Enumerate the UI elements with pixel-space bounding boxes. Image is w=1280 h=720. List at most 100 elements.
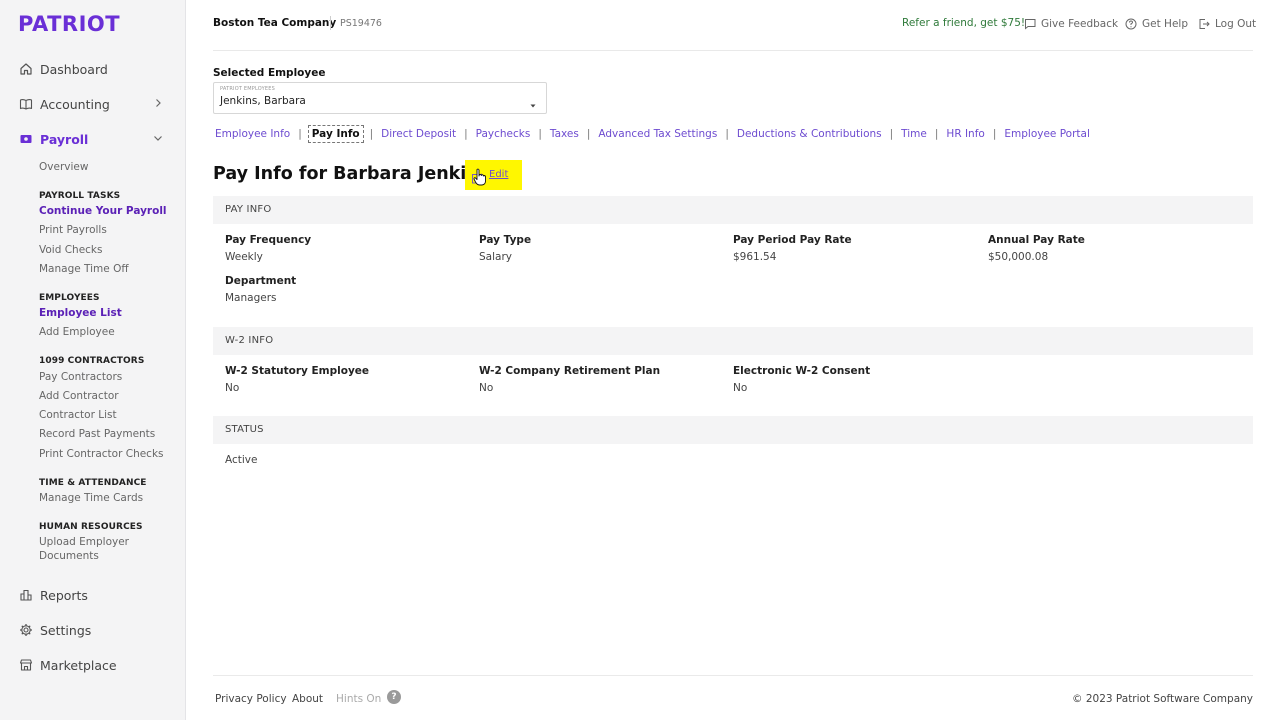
question-icon[interactable]: ? xyxy=(387,690,401,704)
payroll-icon xyxy=(19,132,33,146)
tab-employee-info[interactable]: Employee Info xyxy=(213,126,292,142)
refer-friend-link[interactable]: Refer a friend, get $75! xyxy=(902,17,1025,29)
nav-dashboard-label: Dashboard xyxy=(40,61,108,77)
w2-consent-label: Electronic W-2 Consent xyxy=(733,365,871,377)
give-feedback-link[interactable]: Give Feedback xyxy=(1024,16,1118,32)
w2-statutory-value: No xyxy=(225,382,240,394)
bar-chart-icon xyxy=(19,588,33,602)
nav-accounting[interactable]: Accounting xyxy=(0,92,186,116)
sidebar-upload-employer[interactable]: Upload Employer xyxy=(39,536,129,549)
tab-separator: | xyxy=(992,128,997,140)
get-help-link[interactable]: Get Help xyxy=(1125,16,1188,32)
help-circle-icon xyxy=(1125,18,1137,30)
header-divider xyxy=(330,16,331,30)
log-out-link[interactable]: Log Out xyxy=(1198,16,1256,32)
annual-pay-rate-label: Annual Pay Rate xyxy=(988,234,1085,246)
tab-separator: | xyxy=(298,128,302,140)
storefront-icon xyxy=(19,658,33,672)
copyright: © 2023 Patriot Software Company xyxy=(1072,693,1253,705)
pay-period-rate-label: Pay Period Pay Rate xyxy=(733,234,852,246)
sidebar-manage-time-off[interactable]: Manage Time Off xyxy=(39,263,129,276)
hand-cursor-icon xyxy=(473,168,487,186)
get-help-label: Get Help xyxy=(1142,18,1188,30)
tab-employee-portal[interactable]: Employee Portal xyxy=(1002,126,1092,142)
tab-separator: | xyxy=(725,128,729,140)
nav-dashboard[interactable]: Dashboard xyxy=(0,57,186,81)
pay-info-section-header: PAY INFO xyxy=(213,196,1253,224)
w2-info-section-header: W-2 INFO xyxy=(213,327,1253,355)
nav-settings[interactable]: Settings xyxy=(0,618,186,642)
chat-bubble-icon xyxy=(1024,18,1036,30)
sidebar-record-past-payments[interactable]: Record Past Payments xyxy=(39,428,155,441)
department-label: Department xyxy=(225,275,297,287)
tab-pay-info[interactable]: Pay Info xyxy=(307,125,364,143)
company-name: Boston Tea Company xyxy=(213,17,337,29)
tab-time[interactable]: Time xyxy=(899,126,929,142)
pay-frequency-value: Weekly xyxy=(225,251,263,263)
nav-marketplace-label: Marketplace xyxy=(40,657,117,673)
sidebar-add-contractor[interactable]: Add Contractor xyxy=(39,390,119,403)
privacy-policy-link[interactable]: Privacy Policy xyxy=(215,693,287,705)
edit-label: Edit xyxy=(489,169,509,180)
selected-employee-label: Selected Employee xyxy=(213,67,326,79)
book-icon xyxy=(19,97,33,111)
sidebar-upload-documents[interactable]: Documents xyxy=(39,550,99,563)
tab-advanced-tax-settings[interactable]: Advanced Tax Settings xyxy=(596,126,719,142)
section-employees: EMPLOYEES xyxy=(39,293,100,303)
sidebar: PATRIOT Dashboard Accounting Payroll Ove… xyxy=(0,0,186,720)
employee-select-caption: PATRIOT EMPLOYEES xyxy=(220,86,276,92)
section-payroll-tasks: PAYROLL TASKS xyxy=(39,191,121,201)
w2-statutory-label: W-2 Statutory Employee xyxy=(225,365,370,377)
pay-info-heading: PAY INFO xyxy=(225,204,272,215)
about-link[interactable]: About xyxy=(292,693,323,705)
section-contractors: 1099 CONTRACTORS xyxy=(39,356,145,366)
sidebar-void-checks[interactable]: Void Checks xyxy=(39,244,102,257)
status-heading: STATUS xyxy=(225,424,264,435)
tab-deductions-contributions[interactable]: Deductions & Contributions xyxy=(735,126,884,142)
chevron-down-icon xyxy=(152,132,164,144)
sidebar-continue-payroll[interactable]: Continue Your Payroll xyxy=(39,205,167,218)
nav-reports-label: Reports xyxy=(40,587,88,603)
tab-separator: | xyxy=(586,128,591,140)
w2-info-heading: W-2 INFO xyxy=(225,335,274,346)
sidebar-employee-list[interactable]: Employee List xyxy=(39,307,122,320)
footer-divider xyxy=(213,675,1253,676)
page-title: Pay Info for Barbara Jenkins xyxy=(213,164,490,184)
pay-type-value: Salary xyxy=(479,251,512,263)
sidebar-overview[interactable]: Overview xyxy=(39,161,88,174)
w2-consent-value: No xyxy=(733,382,748,394)
company-code: PS19476 xyxy=(340,18,382,29)
tab-separator: | xyxy=(369,128,374,140)
tab-hr-info[interactable]: HR Info xyxy=(944,126,986,142)
employee-select[interactable]: PATRIOT EMPLOYEES Jenkins, Barbara xyxy=(213,82,547,114)
chevron-right-icon xyxy=(152,97,164,109)
tab-paychecks[interactable]: Paychecks xyxy=(474,126,533,142)
sidebar-print-payrolls[interactable]: Print Payrolls xyxy=(39,224,107,237)
tab-separator: | xyxy=(889,128,894,140)
caret-down-icon xyxy=(529,95,537,108)
nav-payroll[interactable]: Payroll xyxy=(0,127,186,151)
tab-taxes[interactable]: Taxes xyxy=(548,126,581,142)
patriot-logo[interactable]: PATRIOT xyxy=(18,12,120,36)
give-feedback-label: Give Feedback xyxy=(1041,18,1119,30)
annual-pay-rate-value: $50,000.08 xyxy=(988,251,1049,263)
department-value: Managers xyxy=(225,292,277,304)
section-human-resources: HUMAN RESOURCES xyxy=(39,522,143,532)
sidebar-add-employee[interactable]: Add Employee xyxy=(39,326,115,339)
sidebar-pay-contractors[interactable]: Pay Contractors xyxy=(39,371,122,384)
nav-marketplace[interactable]: Marketplace xyxy=(0,653,186,677)
sidebar-print-contractor-checks[interactable]: Print Contractor Checks xyxy=(39,448,164,461)
nav-reports[interactable]: Reports xyxy=(0,583,186,607)
w2-retirement-value: No xyxy=(479,382,494,394)
section-time-attendance: TIME & ATTENDANCE xyxy=(39,478,147,488)
status-section-header: STATUS xyxy=(213,416,1253,444)
nav-accounting-label: Accounting xyxy=(40,96,110,112)
log-out-label: Log Out xyxy=(1215,18,1257,30)
hints-toggle[interactable]: Hints On xyxy=(336,693,381,705)
w2-retirement-label: W-2 Company Retirement Plan xyxy=(479,365,661,377)
sidebar-manage-time-cards[interactable]: Manage Time Cards xyxy=(39,492,143,505)
employee-tabs: Employee Info | Pay Info | Direct Deposi… xyxy=(213,124,1092,144)
tab-direct-deposit[interactable]: Direct Deposit xyxy=(379,126,458,142)
tab-separator: | xyxy=(538,128,542,140)
sidebar-contractor-list[interactable]: Contractor List xyxy=(39,409,117,422)
